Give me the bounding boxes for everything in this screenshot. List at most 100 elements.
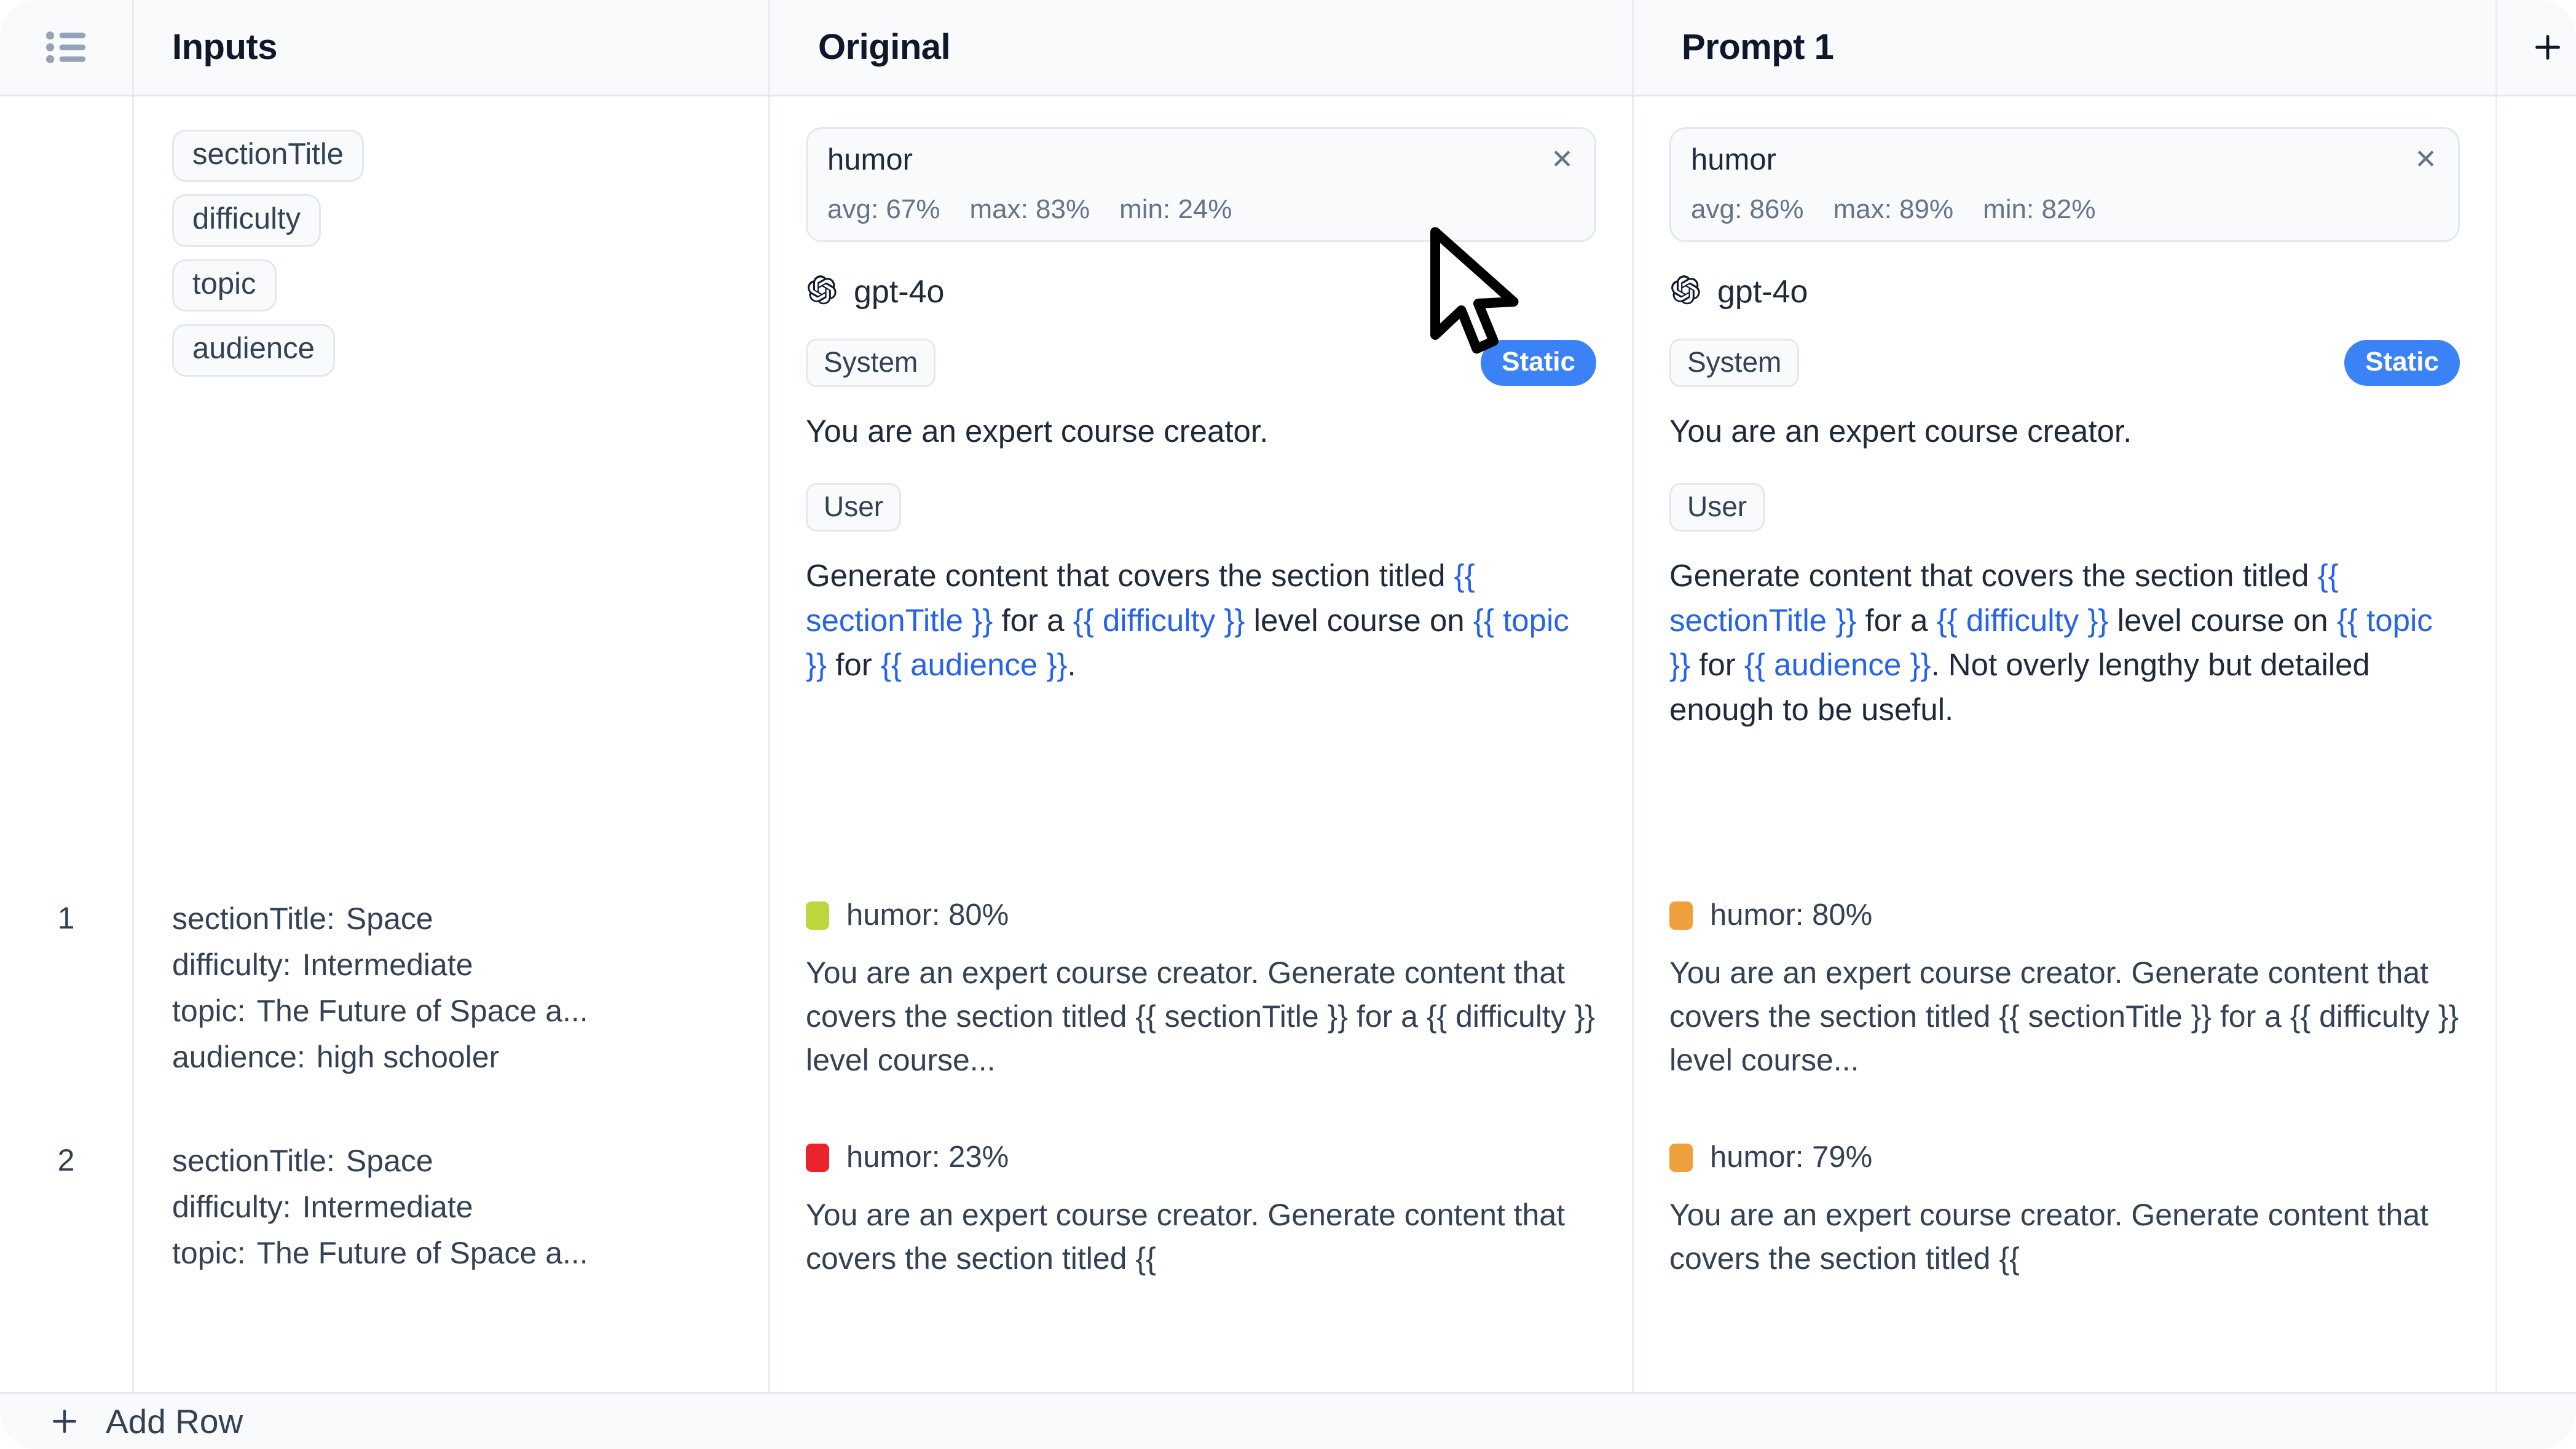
message-text: Generate content that covers the section… xyxy=(806,558,1454,593)
input-value: Space xyxy=(335,901,433,936)
comparison-grid-app: Inputs Original Prompt 1 sectionTitle xyxy=(0,0,2576,1449)
template-var-audience: {{ audience }} xyxy=(1744,647,1931,682)
input-value: Intermediate xyxy=(291,948,473,982)
row-output-cell-original[interactable]: humor: 23% You are an expert course crea… xyxy=(770,1115,1634,1392)
metric-max: max: 83% xyxy=(969,196,1090,223)
message-header-system: System Static xyxy=(1669,339,2460,387)
row-number-cell: 1 xyxy=(0,873,134,1115)
metric-avg: avg: 67% xyxy=(827,196,940,223)
message-body-system[interactable]: You are an expert course creator. xyxy=(1669,409,2460,454)
column-header-inputs[interactable]: Inputs xyxy=(134,0,770,95)
add-row-button[interactable]: Add Row xyxy=(0,1392,2576,1449)
row-number-cell: 2 xyxy=(0,1115,134,1392)
metric-max: max: 89% xyxy=(1833,196,1953,223)
input-field-difficulty[interactable]: difficulty:Intermediate xyxy=(172,946,768,984)
row-number: 1 xyxy=(0,873,132,933)
input-field-topic[interactable]: topic:The Future of Space a... xyxy=(172,1235,768,1272)
table-row[interactable]: 2 sectionTitle:Space difficulty:Intermed… xyxy=(0,1115,2576,1392)
row-number: 2 xyxy=(0,1115,132,1176)
input-field-difficulty[interactable]: difficulty:Intermediate xyxy=(172,1188,768,1226)
model-selector[interactable]: gpt-4o xyxy=(1669,274,2460,309)
metric-name: humor xyxy=(1691,145,2438,175)
output-text: You are an expert course creator. Genera… xyxy=(806,951,1596,1082)
input-value: high schooler xyxy=(305,1040,499,1074)
input-key: sectionTitle: xyxy=(172,1144,335,1178)
metric-min: min: 82% xyxy=(1983,196,2095,223)
template-var-audience: {{ audience }} xyxy=(881,647,1068,682)
close-icon[interactable]: ✕ xyxy=(2414,146,2437,173)
message-text: level course on xyxy=(2108,603,2336,638)
input-value: The Future of Space a... xyxy=(246,994,588,1028)
score-swatch xyxy=(1669,901,1693,930)
prompt-config-row: sectionTitle difficulty topic audience h… xyxy=(0,96,2576,873)
row-add-column-cell xyxy=(2497,873,2576,1115)
metric-score-card[interactable]: humor ✕ avg: 86% max: 89% min: 82% xyxy=(1669,127,2460,242)
row-output-cell-prompt-1[interactable]: humor: 80% You are an expert course crea… xyxy=(1634,873,2497,1115)
variable-chip-difficulty[interactable]: difficulty xyxy=(172,194,321,246)
close-icon[interactable]: ✕ xyxy=(1551,146,1574,173)
list-icon[interactable] xyxy=(46,31,87,64)
message-text: for xyxy=(1690,647,1744,682)
role-chip-system[interactable]: System xyxy=(806,339,935,387)
add-column-cell[interactable] xyxy=(2497,0,2576,95)
output-score: humor: 80% xyxy=(846,900,1009,930)
status-badge-static[interactable]: Static xyxy=(1481,340,1596,386)
message-text: . xyxy=(1067,647,1076,682)
row-inputs-cell[interactable]: sectionTitle:Space difficulty:Intermedia… xyxy=(134,873,770,1115)
header-gutter-cell xyxy=(0,0,134,95)
table-row[interactable]: 1 sectionTitle:Space difficulty:Intermed… xyxy=(0,873,2576,1115)
input-key: audience: xyxy=(172,1040,305,1074)
score-swatch xyxy=(1669,1144,1693,1172)
model-selector[interactable]: gpt-4o xyxy=(806,274,1596,309)
grid-header: Inputs Original Prompt 1 xyxy=(0,0,2576,96)
score-swatch xyxy=(806,1144,829,1172)
message-text: for a xyxy=(1856,603,1936,638)
input-field-section-title[interactable]: sectionTitle:Space xyxy=(172,1142,768,1180)
variable-chip-audience[interactable]: audience xyxy=(172,324,335,376)
grid-body[interactable]: sectionTitle difficulty topic audience h… xyxy=(0,96,2576,1392)
message-text: level course on xyxy=(1245,603,1473,638)
metric-avg: avg: 86% xyxy=(1691,196,1803,223)
metric-score-card[interactable]: humor ✕ avg: 67% max: 83% min: 24% xyxy=(806,127,1596,242)
input-value: Space xyxy=(335,1144,433,1178)
variable-chip-topic[interactable]: topic xyxy=(172,259,277,312)
config-row-add-column-cell[interactable] xyxy=(2497,96,2576,873)
input-field-audience[interactable]: audience:high schooler xyxy=(172,1039,768,1076)
message-text: for a xyxy=(993,603,1073,638)
openai-icon xyxy=(806,274,838,309)
message-text: You are an expert course creator. xyxy=(1669,414,2132,449)
plus-icon[interactable] xyxy=(2531,30,2565,65)
row-inputs-cell[interactable]: sectionTitle:Space difficulty:Intermedia… xyxy=(134,1115,770,1392)
score-swatch xyxy=(806,901,829,930)
input-key: difficulty: xyxy=(172,948,291,982)
message-text: Generate content that covers the section… xyxy=(1669,558,2318,593)
role-chip-user[interactable]: User xyxy=(1669,483,1765,532)
template-var-difficulty: {{ difficulty }} xyxy=(1937,603,2109,638)
inputs-variables-cell: sectionTitle difficulty topic audience xyxy=(134,96,770,873)
input-field-section-title[interactable]: sectionTitle:Space xyxy=(172,900,768,938)
message-text: for xyxy=(827,647,881,682)
row-output-cell-prompt-1[interactable]: humor: 79% You are an expert course crea… xyxy=(1634,1115,2497,1392)
column-header-prompt-1[interactable]: Prompt 1 xyxy=(1634,0,2497,95)
column-header-label: Original xyxy=(818,29,950,65)
status-badge-static[interactable]: Static xyxy=(2344,340,2460,386)
output-score: humor: 23% xyxy=(846,1142,1009,1172)
message-body-system[interactable]: You are an expert course creator. xyxy=(806,409,1596,454)
role-chip-system[interactable]: System xyxy=(1669,339,1799,387)
input-field-topic[interactable]: topic:The Future of Space a... xyxy=(172,992,768,1030)
prompt-pane-original: humor ✕ avg: 67% max: 83% min: 24% xyxy=(770,96,1634,873)
variable-chip-section-title[interactable]: sectionTitle xyxy=(172,130,364,182)
input-value: Intermediate xyxy=(291,1190,473,1224)
model-name: gpt-4o xyxy=(854,276,944,308)
message-body-user[interactable]: Generate content that covers the section… xyxy=(806,554,1596,687)
message-body-user[interactable]: Generate content that covers the section… xyxy=(1669,554,2460,732)
row-add-column-cell xyxy=(2497,1115,2576,1392)
row-output-cell-original[interactable]: humor: 80% You are an expert course crea… xyxy=(770,873,1634,1115)
role-chip-user[interactable]: User xyxy=(806,483,901,532)
column-header-original[interactable]: Original xyxy=(770,0,1634,95)
config-row-gutter xyxy=(0,96,134,873)
input-key: difficulty: xyxy=(172,1190,291,1224)
prompt-pane-prompt-1: humor ✕ avg: 86% max: 89% min: 82% xyxy=(1634,96,2497,873)
output-score: humor: 80% xyxy=(1710,900,1872,930)
message-header-system: System Static xyxy=(806,339,1596,387)
